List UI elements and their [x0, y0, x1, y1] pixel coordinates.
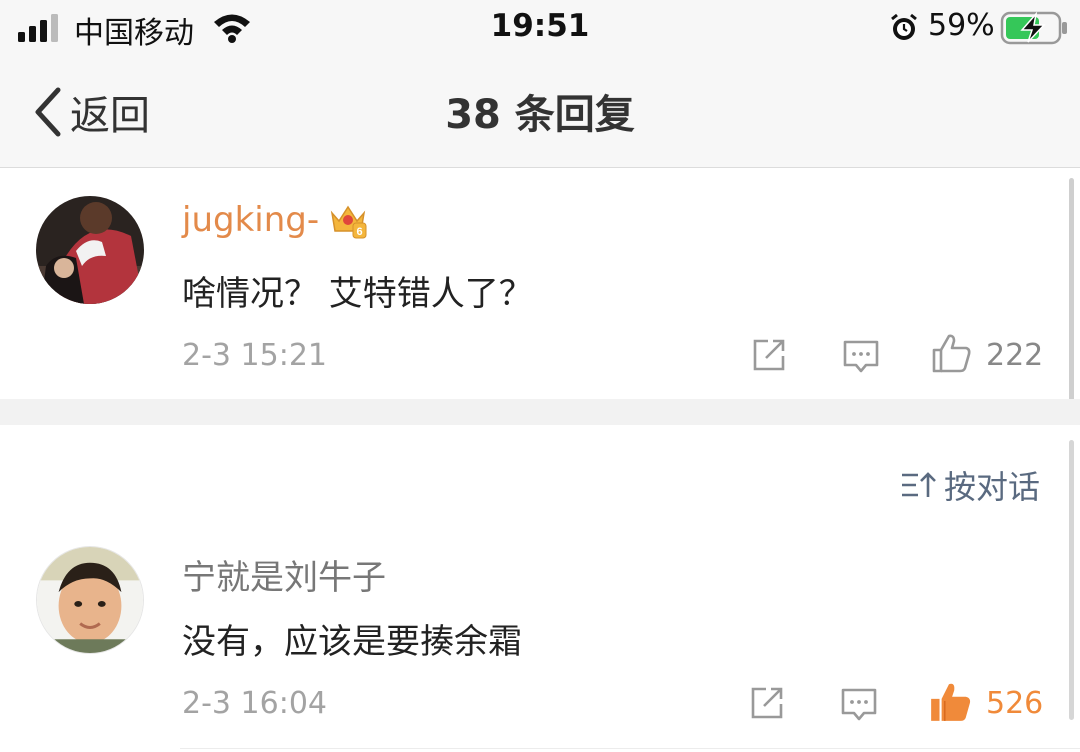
divider: [180, 748, 1080, 749]
thumbs-up-filled-icon: [931, 683, 971, 721]
reply-button[interactable]: [840, 686, 878, 724]
avatar-photo: [36, 196, 144, 304]
avatar[interactable]: [36, 196, 144, 304]
conversation-sort-icon: [901, 472, 936, 497]
username-text: jugking-: [182, 200, 320, 240]
status-bar: 中国移动 19:51 59%: [0, 0, 1080, 56]
comment-item: 宁就是刘牛子 没有，应该是要揍余霜 2-3 16:04 526: [0, 520, 1080, 750]
like-count: 526: [986, 686, 1044, 721]
battery-percentage: 59%: [928, 8, 995, 43]
battery-charging-icon: [1000, 11, 1067, 45]
comment-time: 2-3 15:21: [182, 338, 327, 373]
username[interactable]: jugking- 6: [182, 200, 367, 240]
comment-time: 2-3 16:04: [182, 686, 327, 721]
svg-text:6: 6: [357, 226, 363, 238]
scrollbar[interactable]: [1069, 440, 1074, 720]
share-icon: [751, 687, 783, 719]
like-count: 222: [986, 338, 1044, 373]
share-button[interactable]: [748, 684, 786, 722]
section-separator: [0, 399, 1080, 425]
share-icon: [753, 339, 785, 371]
comment-text: 啥情况？ 艾特错人了？: [182, 274, 533, 314]
thumbs-up-icon: [932, 334, 971, 373]
view-conversation-label: 按对话: [943, 468, 1040, 506]
alarm-icon: [891, 13, 917, 40]
avatar-photo: [37, 547, 143, 653]
comment-item: jugking- 6 啥情况？ 艾特错人了？ 2-3 15:21 222: [0, 168, 1080, 399]
crown-badge-icon: 6: [330, 205, 367, 239]
comment-icon: [841, 688, 877, 721]
nav-bar: 返回 38 条回复: [0, 56, 1080, 168]
like-button[interactable]: [928, 680, 972, 724]
view-conversation-button[interactable]: 按对话: [900, 462, 1040, 508]
share-button[interactable]: [750, 336, 788, 374]
like-button[interactable]: [930, 332, 972, 374]
avatar[interactable]: [36, 546, 144, 654]
scrollbar[interactable]: [1069, 178, 1074, 408]
page-title: 38 条回复: [445, 92, 635, 138]
comment-icon: [843, 340, 879, 373]
username[interactable]: 宁就是刘牛子: [182, 550, 386, 599]
comment-text: 没有，应该是要揍余霜: [182, 622, 522, 662]
reply-button[interactable]: [842, 338, 880, 376]
